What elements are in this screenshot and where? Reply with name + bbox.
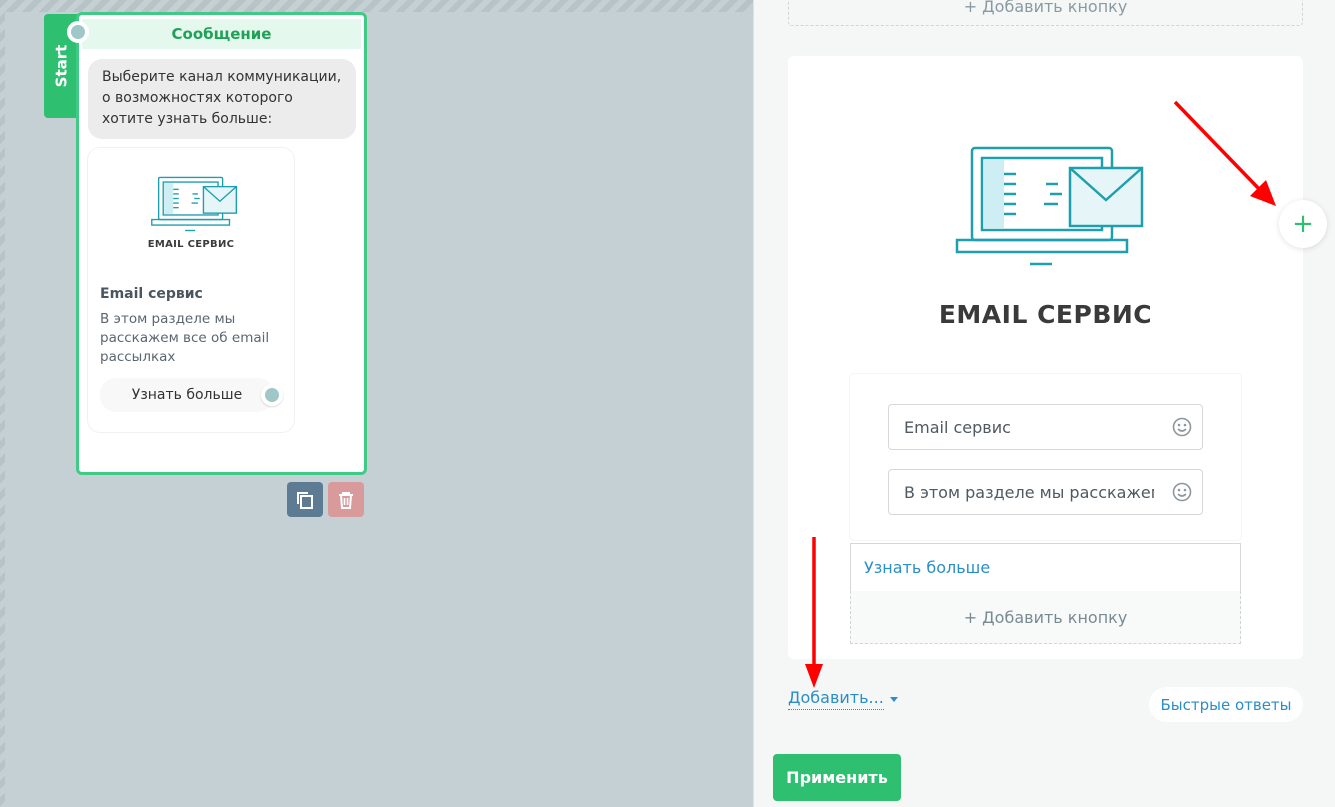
canvas-border-left — [0, 0, 5, 807]
add-element-dropdown[interactable]: Добавить... — [788, 688, 898, 710]
card-image-caption: EMAIL СЕРВИС — [938, 300, 1153, 329]
card-title-value: Email сервис — [904, 417, 1011, 437]
node-input-port[interactable] — [67, 21, 89, 43]
add-button-button[interactable]: + Добавить кнопку — [850, 591, 1241, 644]
card-description-value: В этом разделе мы расскажем все об email… — [904, 482, 1154, 502]
card-buttons-list: Узнать больше + Добавить кнопку — [850, 543, 1241, 644]
node-button-output-port[interactable] — [261, 384, 283, 406]
flow-canvas[interactable]: Start Сообщение Выберите канал коммуника… — [0, 0, 753, 807]
add-card-button[interactable]: + — [1279, 200, 1327, 248]
trash-icon — [339, 491, 353, 509]
laptop-email-icon — [955, 146, 1144, 266]
node-card-image-caption: EMAIL СЕРВИС — [147, 239, 235, 250]
message-node[interactable]: Сообщение Выберите канал коммуникации, о… — [67, 12, 367, 475]
quick-replies-button[interactable]: Быстрые ответы — [1149, 687, 1303, 722]
add-button-button-top[interactable]: + Добавить кнопку — [788, 0, 1303, 26]
card-button-row[interactable]: Узнать больше — [850, 543, 1241, 592]
emoji-icon[interactable] — [1172, 482, 1192, 502]
card-text-form: Email сервис В этом разделе мы расскажем… — [850, 374, 1241, 540]
card-description-input[interactable]: В этом разделе мы расскажем все об email… — [888, 469, 1203, 515]
chevron-down-icon — [889, 696, 898, 702]
node-card-description: В этом разделе мы расскажем все об email… — [100, 311, 270, 365]
node-card-button[interactable]: Узнать больше — [100, 378, 274, 412]
add-element-label: Добавить... — [788, 688, 884, 710]
copy-node-button[interactable] — [287, 482, 323, 517]
node-card-title: Email сервис — [100, 286, 203, 302]
apply-button[interactable]: Применить — [773, 754, 901, 801]
card-editor: EMAIL СЕРВИС Email сервис В этом разделе… — [788, 56, 1303, 659]
laptop-email-icon — [151, 176, 238, 232]
start-label: Start — [52, 44, 71, 88]
node-card: EMAIL СЕРВИС Email сервис В этом разделе… — [88, 148, 294, 432]
canvas-border-top — [0, 0, 753, 12]
node-message-bubble: Выберите канал коммуникации, о возможнос… — [88, 59, 356, 139]
emoji-icon[interactable] — [1172, 417, 1192, 437]
delete-node-button[interactable] — [328, 482, 364, 517]
node-header: Сообщение — [82, 19, 361, 49]
copy-icon — [297, 491, 313, 509]
card-title-input[interactable]: Email сервис — [888, 404, 1203, 450]
editor-panel: + Добавить кнопку EMAIL СЕРВИС Email сер… — [753, 0, 1335, 807]
